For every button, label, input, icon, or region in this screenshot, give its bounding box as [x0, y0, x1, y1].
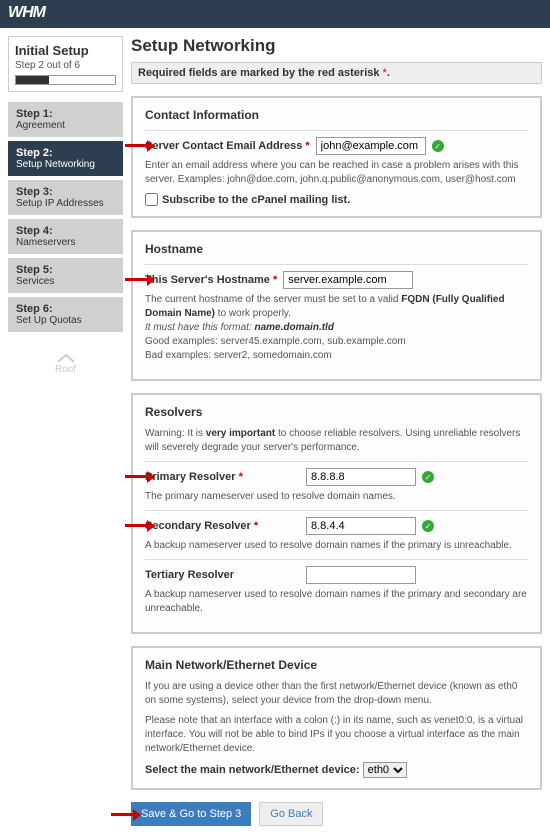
secondary-resolver-label: Secondary Resolver * — [145, 520, 300, 532]
page-title: Setup Networking — [131, 36, 542, 56]
sidebar-step-1[interactable]: Step 1:Agreement — [8, 102, 123, 137]
arrow-icon — [125, 470, 155, 482]
hostname-label: This Server's Hostname * — [145, 274, 277, 286]
logo: WHM — [8, 4, 45, 21]
hostname-desc: The current hostname of the server must … — [145, 293, 528, 363]
progress-bar — [15, 75, 116, 85]
sidebar-step-2[interactable]: Step 2:Setup Networking — [8, 141, 123, 176]
watermark: Roof — [8, 352, 123, 375]
progress-box: Initial Setup Step 2 out of 6 — [8, 36, 123, 92]
arrow-icon — [111, 808, 141, 820]
secondary-resolver-desc: A backup nameserver used to resolve doma… — [145, 539, 528, 553]
top-bar: WHM — [0, 0, 550, 28]
sidebar: Initial Setup Step 2 out of 6 Step 1:Agr… — [8, 36, 123, 826]
section-contact: Contact Information Server Contact Email… — [131, 96, 542, 218]
contact-heading: Contact Information — [145, 108, 528, 122]
sidebar-step-3[interactable]: Step 3:Setup IP Addresses — [8, 180, 123, 215]
sidebar-step-4[interactable]: Step 4:Nameservers — [8, 219, 123, 254]
check-icon: ✓ — [422, 471, 434, 483]
save-button[interactable]: Save & Go to Step 3 — [131, 802, 251, 826]
sidebar-title: Initial Setup — [15, 43, 116, 58]
email-input[interactable] — [316, 137, 426, 155]
network-heading: Main Network/Ethernet Device — [145, 658, 528, 672]
hostname-input[interactable] — [283, 271, 413, 289]
resolvers-warning: Warning: It is very important to choose … — [145, 427, 528, 455]
subscribe-checkbox[interactable] — [145, 193, 158, 206]
resolvers-heading: Resolvers — [145, 405, 528, 419]
sidebar-subtitle: Step 2 out of 6 — [15, 60, 116, 71]
sidebar-step-5[interactable]: Step 5:Services — [8, 258, 123, 293]
email-label: Server Contact Email Address * — [145, 140, 310, 152]
tertiary-resolver-label: Tertiary Resolver — [145, 569, 300, 581]
sidebar-step-6[interactable]: Step 6:Set Up Quotas — [8, 297, 123, 332]
network-device-select[interactable]: eth0 — [363, 762, 407, 778]
primary-resolver-input[interactable] — [306, 468, 416, 486]
email-desc: Enter an email address where you can be … — [145, 159, 528, 187]
secondary-resolver-input[interactable] — [306, 517, 416, 535]
tertiary-resolver-desc: A backup nameserver used to resolve doma… — [145, 588, 528, 616]
tertiary-resolver-input[interactable] — [306, 566, 416, 584]
required-banner: Required fields are marked by the red as… — [131, 62, 542, 84]
arrow-icon — [125, 273, 155, 285]
network-select-label: Select the main network/Ethernet device: — [145, 764, 360, 776]
primary-resolver-desc: The primary nameserver used to resolve d… — [145, 490, 528, 504]
primary-resolver-label: Primary Resolver * — [145, 471, 300, 483]
arrow-icon — [125, 519, 155, 531]
arrow-icon — [125, 139, 155, 151]
hostname-heading: Hostname — [145, 242, 528, 256]
subscribe-label: Subscribe to the cPanel mailing list. — [162, 194, 350, 206]
network-desc2: Please note that an interface with a col… — [145, 714, 528, 756]
check-icon: ✓ — [432, 140, 444, 152]
go-back-button[interactable]: Go Back — [259, 802, 323, 826]
section-network: Main Network/Ethernet Device If you are … — [131, 646, 542, 790]
check-icon: ✓ — [422, 520, 434, 532]
section-resolvers: Resolvers Warning: It is very important … — [131, 393, 542, 634]
section-hostname: Hostname This Server's Hostname * The cu… — [131, 230, 542, 381]
network-desc1: If you are using a device other than the… — [145, 680, 528, 708]
